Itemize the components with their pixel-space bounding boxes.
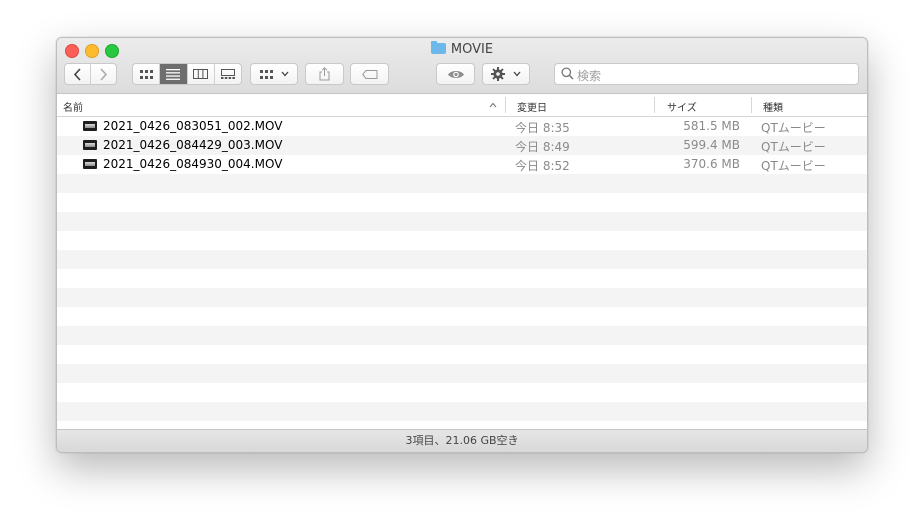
file-date: 今日 8:49 xyxy=(515,140,570,154)
empty-row xyxy=(57,364,867,383)
column-header-size[interactable]: サイズ xyxy=(667,99,697,114)
gear-icon xyxy=(491,67,505,81)
file-size: 370.6 MB xyxy=(683,157,740,171)
column-header-bar: 名前 変更日 サイズ 種類 xyxy=(57,94,867,117)
chevron-left-icon xyxy=(73,67,81,81)
file-date: 今日 8:35 xyxy=(515,121,570,135)
file-name: 2021_0426_083051_002.MOV xyxy=(103,119,283,133)
file-name: 2021_0426_084429_003.MOV xyxy=(103,138,283,152)
file-name: 2021_0426_084930_004.MOV xyxy=(103,157,283,171)
column-divider[interactable] xyxy=(751,97,752,113)
icon-view-button[interactable] xyxy=(133,64,161,84)
search-field[interactable]: 検索 xyxy=(554,63,859,85)
column-divider[interactable] xyxy=(505,97,506,113)
list-view-button[interactable] xyxy=(160,64,188,84)
chevron-right-icon xyxy=(100,67,108,81)
list-icon xyxy=(166,68,181,80)
empty-row xyxy=(57,250,867,269)
file-kind: QTムービー xyxy=(761,159,826,173)
empty-row xyxy=(57,269,867,288)
file-row[interactable]: 2021_0426_084930_004.MOV 今日 8:52 370.6 M… xyxy=(57,155,867,174)
group-by-button[interactable] xyxy=(250,63,298,85)
tag-icon xyxy=(361,69,377,79)
window-title: MOVIE xyxy=(57,41,867,57)
navigation-buttons xyxy=(64,63,117,85)
file-list: 2021_0426_083051_002.MOV 今日 8:35 581.5 M… xyxy=(57,117,867,429)
columns-icon xyxy=(193,69,209,79)
sort-ascending-icon[interactable] xyxy=(489,102,497,108)
gallery-icon xyxy=(220,69,235,79)
gallery-view-button[interactable] xyxy=(215,64,241,84)
movie-file-icon xyxy=(83,159,97,169)
window-title-text: MOVIE xyxy=(450,42,494,57)
file-size: 581.5 MB xyxy=(683,119,740,133)
empty-row xyxy=(57,231,867,250)
search-icon xyxy=(561,67,574,80)
empty-row xyxy=(57,212,867,231)
empty-row xyxy=(57,307,867,326)
empty-row xyxy=(57,326,867,345)
empty-row xyxy=(57,402,867,421)
file-row[interactable]: 2021_0426_084429_003.MOV 今日 8:49 599.4 M… xyxy=(57,136,867,155)
empty-row xyxy=(57,345,867,364)
titlebar: MOVIE 検索 xyxy=(57,38,867,94)
column-header-date[interactable]: 変更日 xyxy=(517,99,547,114)
empty-row xyxy=(57,288,867,307)
status-bar: 3項目、21.06 GB空き xyxy=(57,429,867,452)
movie-file-icon xyxy=(83,121,97,131)
action-menu-button[interactable] xyxy=(482,63,530,85)
chevron-down-icon xyxy=(281,71,288,77)
folder-icon xyxy=(430,41,446,54)
empty-row xyxy=(57,174,867,193)
share-icon xyxy=(319,67,330,81)
file-row[interactable]: 2021_0426_083051_002.MOV 今日 8:35 581.5 M… xyxy=(57,117,867,136)
eye-icon xyxy=(447,70,464,78)
file-kind: QTムービー xyxy=(761,140,826,154)
view-mode-selector xyxy=(132,63,242,85)
back-button[interactable] xyxy=(65,64,91,84)
search-placeholder: 検索 xyxy=(577,69,602,83)
file-date: 今日 8:52 xyxy=(515,159,570,173)
share-button[interactable] xyxy=(305,63,344,85)
file-kind: QTムービー xyxy=(761,121,826,135)
column-divider[interactable] xyxy=(654,97,655,113)
tags-button[interactable] xyxy=(350,63,389,85)
status-text: 3項目、21.06 GB空き xyxy=(405,434,519,447)
empty-row xyxy=(57,421,867,429)
grid-icon xyxy=(139,69,153,79)
column-header-name[interactable]: 名前 xyxy=(63,99,83,114)
finder-window: MOVIE 検索 名前 変更日 サイズ 種類 2021_0426_083051_… xyxy=(56,37,868,453)
quick-look-button[interactable] xyxy=(436,63,475,85)
column-header-kind[interactable]: 種類 xyxy=(763,99,783,114)
empty-row xyxy=(57,383,867,402)
column-view-button[interactable] xyxy=(188,64,215,84)
file-size: 599.4 MB xyxy=(683,138,740,152)
grid-icon xyxy=(259,69,273,79)
chevron-down-icon xyxy=(513,71,521,77)
empty-row xyxy=(57,193,867,212)
movie-file-icon xyxy=(83,140,97,150)
forward-button[interactable] xyxy=(91,64,116,84)
